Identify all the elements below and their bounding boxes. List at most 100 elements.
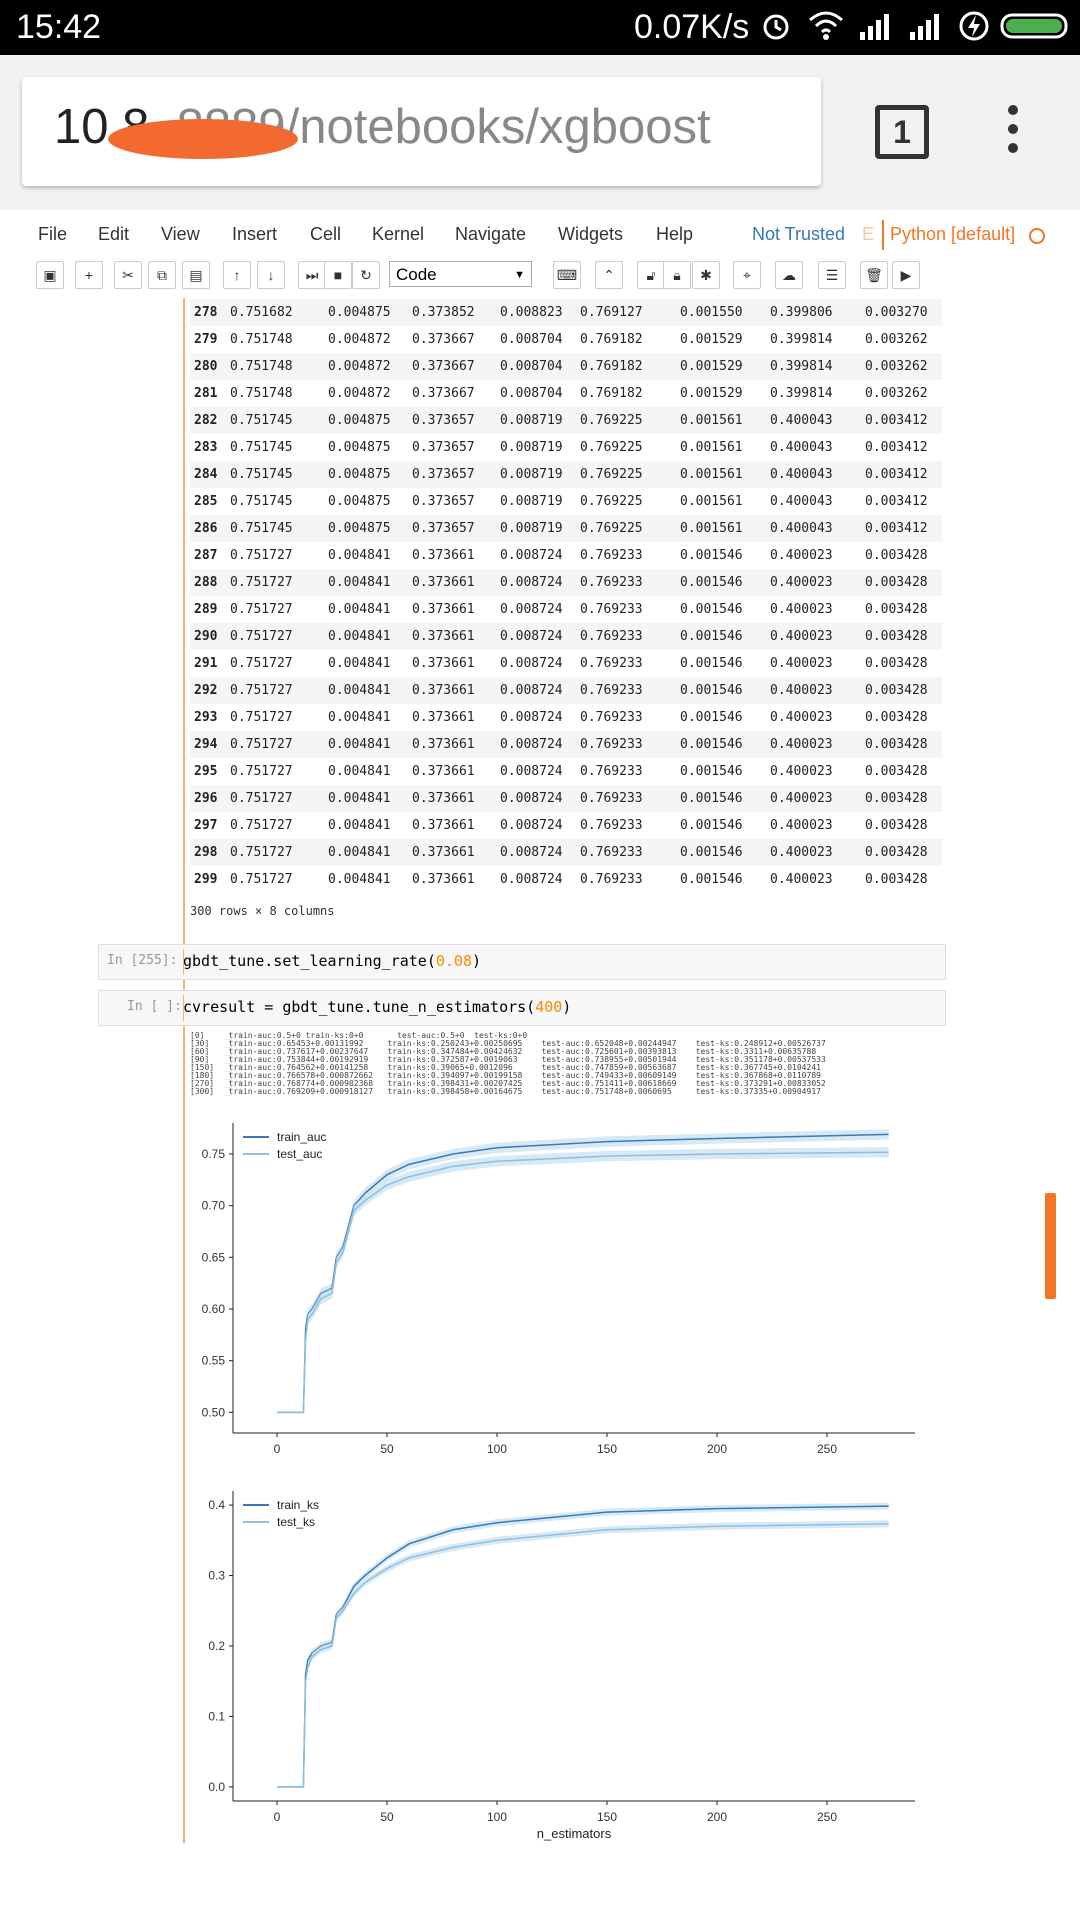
- x-tick-label: 50: [380, 1810, 394, 1824]
- table-row: 292 0.751727 0.004841 0.373661 0.008724 0.769…: [190, 677, 942, 704]
- table-cell: 0.751745: [230, 467, 293, 482]
- wifi-icon: [809, 11, 843, 40]
- tab-switcher-button[interactable]: 1: [875, 105, 929, 159]
- table-cell: 0.769233: [580, 575, 643, 590]
- y-tick-label: 0.60: [202, 1302, 226, 1316]
- presentation-icon[interactable]: ▶: [892, 261, 920, 289]
- menu-insert[interactable]: Insert: [232, 224, 277, 245]
- menu-cell[interactable]: Cell: [310, 224, 341, 245]
- table-cell: 0.008704: [500, 359, 563, 374]
- row-index: 282: [194, 413, 218, 428]
- scrollbar-thumb[interactable]: [1045, 1193, 1056, 1299]
- run-icon[interactable]: ⏭: [298, 261, 326, 289]
- row-index: 291: [194, 656, 218, 671]
- stop-icon[interactable]: ■: [324, 261, 352, 289]
- menu-widgets[interactable]: Widgets: [558, 224, 623, 245]
- code-cell-learning-rate[interactable]: In [255]: gbdt_tune.set_learning_rate(0.…: [98, 944, 946, 980]
- table-cell: 0.001546: [680, 602, 743, 617]
- copy-icon[interactable]: ⧉: [148, 261, 176, 289]
- table-cell: 0.001561: [680, 440, 743, 455]
- y-tick-label: 0.1: [208, 1709, 225, 1723]
- keyboard-icon[interactable]: ⌨: [553, 261, 581, 289]
- table-cell: 0.751727: [230, 764, 293, 779]
- y-tick-label: 0.70: [202, 1199, 226, 1213]
- chevron-up-icon[interactable]: ⌃: [595, 261, 623, 289]
- table-cell: 0.769233: [580, 872, 643, 887]
- table-cell: 0.003428: [865, 737, 928, 752]
- crosshair-icon[interactable]: ⌖: [733, 261, 761, 289]
- table-cell: 0.003262: [865, 332, 928, 347]
- cloud-upload-icon[interactable]: ☁: [775, 261, 803, 289]
- menu-help[interactable]: Help: [656, 224, 693, 245]
- table-cell: 0.004841: [328, 548, 391, 563]
- add-cell-icon[interactable]: +: [75, 261, 103, 289]
- dataframe-shape: 300 rows × 8 columns: [190, 904, 335, 918]
- table-cell: 0.751748: [230, 386, 293, 401]
- cell-code[interactable]: gbdt_tune.set_learning_rate(0.08): [183, 952, 481, 970]
- table-cell: 0.001546: [680, 872, 743, 887]
- table-cell: 0.004875: [328, 440, 391, 455]
- move-down-icon[interactable]: ↓: [257, 261, 285, 289]
- table-row: 295 0.751727 0.004841 0.373661 0.008724 0.769…: [190, 758, 942, 785]
- cell-type-select[interactable]: Code ▼: [389, 261, 532, 287]
- table-cell: 0.373661: [412, 737, 475, 752]
- table-cell: 0.008719: [500, 413, 563, 428]
- table-cell: 0.751727: [230, 656, 293, 671]
- edit-mode-indicator: E: [862, 224, 875, 244]
- move-up-icon[interactable]: ↑: [223, 261, 251, 289]
- cell-code[interactable]: cvresult = gbdt_tune.tune_n_estimators(4…: [183, 998, 571, 1016]
- y-tick-label: 0.0: [208, 1780, 225, 1794]
- y-tick-label: 0.50: [202, 1405, 226, 1419]
- restart-icon[interactable]: ↻: [352, 261, 380, 289]
- menu-view[interactable]: View: [161, 224, 200, 245]
- not-trusted-button[interactable]: Not Trusted: [752, 224, 845, 245]
- legend-label: train_auc: [277, 1130, 326, 1144]
- lock-icon[interactable]: 🔒︎: [663, 261, 691, 289]
- table-cell: 0.751727: [230, 791, 293, 806]
- table-row: 297 0.751727 0.004841 0.373661 0.008724 0.769…: [190, 812, 942, 839]
- row-index: 292: [194, 683, 218, 698]
- unlock-icon[interactable]: 🔓︎: [637, 261, 665, 289]
- table-cell: 0.001546: [680, 656, 743, 671]
- table-cell: 0.008724: [500, 764, 563, 779]
- row-index: 281: [194, 386, 218, 401]
- table-cell: 0.004841: [328, 710, 391, 725]
- table-cell: 0.004872: [328, 332, 391, 347]
- paste-icon[interactable]: ▤: [182, 261, 210, 289]
- charging-icon: [959, 11, 989, 41]
- train_auc-band: [277, 1129, 889, 1413]
- menu-file[interactable]: File: [38, 224, 67, 245]
- x-tick-label: 250: [817, 1810, 837, 1824]
- list-icon[interactable]: ☰: [818, 261, 846, 289]
- menu-navigate[interactable]: Navigate: [455, 224, 526, 245]
- trash-icon[interactable]: 🗑︎: [860, 261, 888, 289]
- url-field[interactable]: 10.8 .8889/notebooks/xgboost: [22, 77, 821, 186]
- table-cell: 0.003428: [865, 872, 928, 887]
- table-cell: 0.001561: [680, 413, 743, 428]
- dataframe-table: 278 0.751682 0.004875 0.373852 0.008823 0.769…: [190, 299, 942, 893]
- table-cell: 0.001529: [680, 386, 743, 401]
- table-cell: 0.001546: [680, 764, 743, 779]
- save-icon[interactable]: ▣: [36, 261, 64, 289]
- table-cell: 0.373661: [412, 872, 475, 887]
- table-cell: 0.001546: [680, 575, 743, 590]
- asterisk-icon[interactable]: ✱: [692, 261, 720, 289]
- table-cell: 0.003412: [865, 521, 928, 536]
- table-cell: 0.008724: [500, 710, 563, 725]
- table-cell: 0.003412: [865, 494, 928, 509]
- cut-icon[interactable]: ✂: [114, 261, 142, 289]
- table-cell: 0.004875: [328, 413, 391, 428]
- menu-edit[interactable]: Edit: [98, 224, 129, 245]
- clock: 15:42: [16, 8, 102, 46]
- table-cell: 0.373667: [412, 386, 475, 401]
- code-cell-tune-estimators[interactable]: In [ ]: cvresult = gbdt_tune.tune_n_esti…: [98, 990, 946, 1026]
- table-cell: 0.001546: [680, 791, 743, 806]
- table-row: 280 0.751748 0.004872 0.373667 0.008704 0.769…: [190, 353, 942, 380]
- table-cell: 0.004875: [328, 467, 391, 482]
- menu-kernel[interactable]: Kernel: [372, 224, 424, 245]
- table-row: 291 0.751727 0.004841 0.373661 0.008724 0.769…: [190, 650, 942, 677]
- row-index: 287: [194, 548, 218, 563]
- browser-menu-icon[interactable]: [1008, 105, 1018, 162]
- table-cell: 0.003412: [865, 440, 928, 455]
- table-cell: 0.008724: [500, 791, 563, 806]
